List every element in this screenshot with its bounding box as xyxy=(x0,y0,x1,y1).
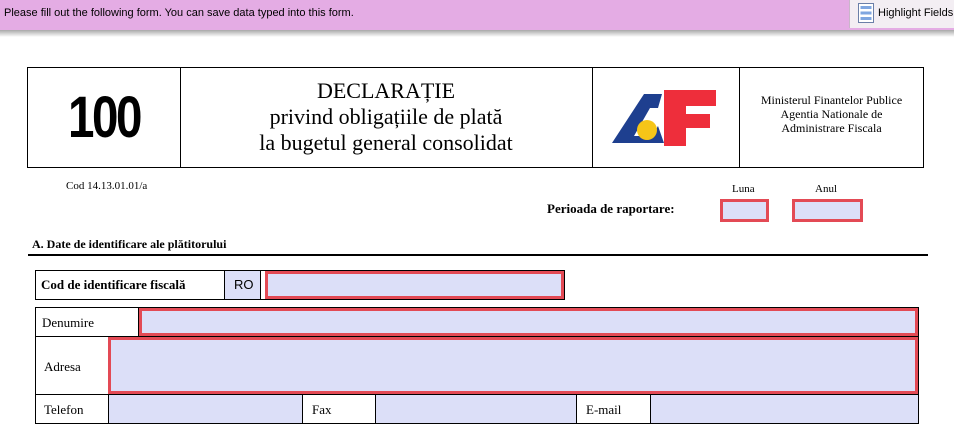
email-input[interactable] xyxy=(651,395,918,423)
cif-prefix-box: RO xyxy=(224,271,261,299)
fax-label: Fax xyxy=(312,402,332,417)
form-title-line: DECLARAȚIE xyxy=(316,78,456,103)
phone-input[interactable] xyxy=(108,395,303,423)
cif-label: Cod de identificare fiscală xyxy=(41,277,186,292)
ministry-line: Administrare Fiscala xyxy=(781,121,882,135)
form-number-cell: 100 xyxy=(28,68,181,167)
section-divider xyxy=(28,254,928,256)
highlight-fields-button[interactable]: Highlight Fields xyxy=(849,0,954,28)
logo-cell xyxy=(592,68,740,167)
name-label: Denumire xyxy=(42,315,94,330)
form-notice-message: Please fill out the following form. You … xyxy=(4,7,354,19)
form-notice-bar: Please fill out the following form. You … xyxy=(0,0,954,30)
notice-bar-shadow xyxy=(0,30,954,37)
email-label: E-mail xyxy=(586,402,622,417)
phone-label: Telefon xyxy=(44,402,84,417)
anaf-logo xyxy=(612,90,716,146)
ministry-name: Ministerul Finantelor Publice Agentia Na… xyxy=(739,68,924,135)
ministry-line: Agentia Nationale de xyxy=(780,107,883,121)
reporting-period-label: Perioada de raportare: xyxy=(547,201,675,216)
year-label: Anul xyxy=(815,183,837,195)
form-title-line: privind obligațiile de plată xyxy=(269,104,503,129)
form-title-line: la bugetul general consolidat xyxy=(259,130,513,155)
highlight-fields-icon xyxy=(858,3,874,23)
cif-prefix: RO xyxy=(234,277,254,292)
ministry-line: Ministerul Finantelor Publice xyxy=(760,93,903,107)
month-label: Luna xyxy=(732,183,755,195)
ministry-cell: Ministerul Finantelor Publice Agentia Na… xyxy=(739,68,924,167)
month-input[interactable] xyxy=(720,199,769,222)
form-title: DECLARAȚIE privind obligațiile de plată … xyxy=(180,68,592,156)
fax-input[interactable] xyxy=(376,395,577,423)
form-number: 100 xyxy=(68,85,142,150)
cif-input[interactable] xyxy=(265,271,564,299)
address-label: Adresa xyxy=(44,359,81,374)
year-input[interactable] xyxy=(792,199,863,222)
form-code: Cod 14.13.01.01/a xyxy=(66,180,148,192)
address-input[interactable] xyxy=(108,337,918,394)
form-header: 100 DECLARAȚIE privind obligațiile de pl… xyxy=(27,67,924,168)
section-a-title: A. Date de identificare ale plătitorului xyxy=(32,237,227,251)
form-title-cell: DECLARAȚIE privind obligațiile de plată … xyxy=(180,68,593,167)
name-input[interactable] xyxy=(139,308,918,336)
highlight-fields-label: Highlight Fields xyxy=(878,7,954,19)
